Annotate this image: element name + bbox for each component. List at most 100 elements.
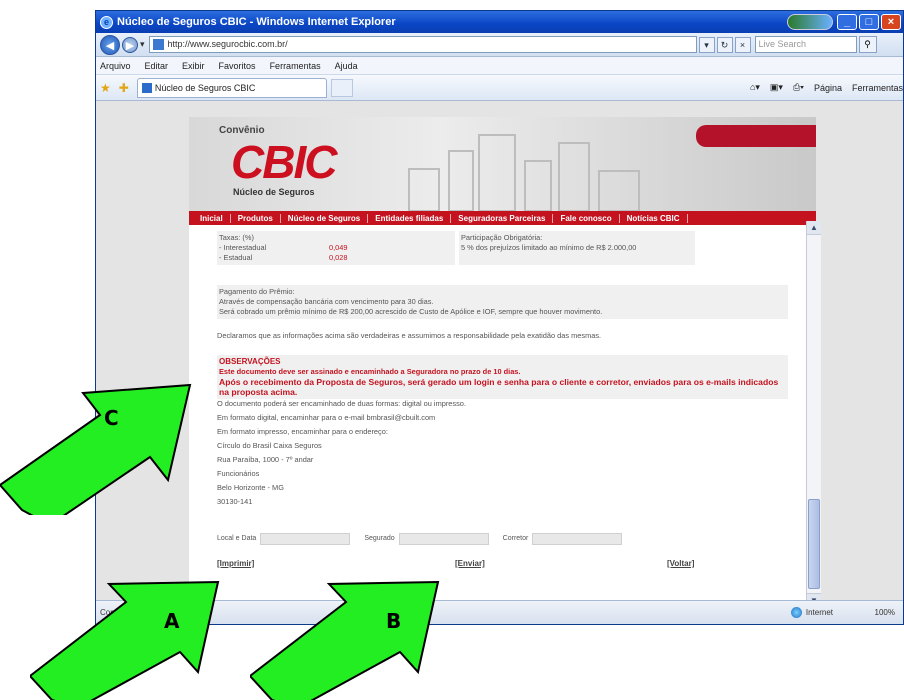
- zone-label: Internet: [805, 608, 833, 617]
- web-page: Convênio CBIC Núcleo de Seguros Inicial …: [189, 117, 816, 601]
- globe-icon: [790, 607, 802, 618]
- form-actions: [Imprimir] [Enviar] [Voltar]: [217, 559, 788, 579]
- pagamento-title: Pagamento do Prêmio:: [219, 287, 295, 296]
- nav-seguradoras[interactable]: Seguradoras Parceiras: [451, 213, 554, 223]
- title-bar: e Núcleo de Seguros CBIC - Windows Inter…: [96, 11, 903, 33]
- address-line: Belo Horizonte - MG: [217, 483, 284, 492]
- city-skyline-graphic: [408, 134, 640, 211]
- favorites-star-icon[interactable]: ★: [100, 81, 111, 95]
- address-line: 30130-141: [217, 497, 253, 506]
- taxa-value: 0,049: [329, 243, 348, 252]
- nav-inicial[interactable]: Inicial: [193, 213, 231, 223]
- observacoes-block: OBSERVAÇÕES Este documento deve ser assi…: [217, 355, 788, 399]
- pagamento-line: Será cobrado um prêmio mínimo de R$ 200,…: [219, 307, 603, 316]
- participacao-box: Participação Obrigatória: 5 % dos prejuí…: [459, 231, 695, 265]
- pagamento-line: Através de compensação bancária com venc…: [219, 297, 434, 306]
- search-input[interactable]: Live Search: [754, 36, 857, 53]
- nav-entidades[interactable]: Entidades filiadas: [368, 213, 452, 223]
- address-line: Rua Paraíba, 1000 - 7º andar: [217, 455, 314, 464]
- local-data-field[interactable]: [260, 533, 351, 545]
- participacao-text: 5 % dos prejuízos limitado ao mínimo de …: [461, 243, 637, 252]
- observacoes-deadline: Este documento deve ser assinado e encam…: [219, 367, 521, 376]
- address-row: ◀ ▶ ▾ http://www.segurocbic.com.br/ ▾ ↻ …: [96, 33, 903, 57]
- pagamento-block: Pagamento do Prêmio: Através de compensa…: [217, 285, 788, 319]
- observacoes-login-note: Após o recebimento da Proposta de Seguro…: [219, 377, 779, 397]
- menu-arquivo[interactable]: Arquivo: [100, 61, 131, 71]
- minimize-button[interactable]: _: [837, 14, 857, 30]
- back-button[interactable]: ◀: [100, 34, 120, 55]
- send-button[interactable]: [Enviar]: [455, 559, 485, 569]
- security-zone: Internet: [790, 607, 833, 618]
- scroll-up-icon[interactable]: ▲: [807, 221, 821, 235]
- nav-nucleo-seguros[interactable]: Núcleo de Seguros: [281, 213, 369, 223]
- cbic-logo[interactable]: CBIC: [231, 135, 337, 189]
- menu-exibir[interactable]: Exibir: [182, 61, 205, 71]
- address-dropdown-button[interactable]: ▾: [698, 36, 715, 53]
- page-menu[interactable]: Página: [814, 83, 842, 93]
- browser-window: e Núcleo de Seguros CBIC - Windows Inter…: [95, 10, 904, 625]
- callout-b-label: B: [386, 609, 401, 633]
- address-bar[interactable]: http://www.segurocbic.com.br/: [148, 36, 697, 53]
- corretor-label: Corretor: [502, 535, 529, 542]
- callout-arrow-b: B: [250, 580, 440, 700]
- segurado-field[interactable]: [398, 533, 489, 545]
- nav-fale-conosco[interactable]: Fale conosco: [553, 213, 620, 223]
- callout-arrow-a: A: [30, 580, 220, 700]
- obs-line: O documento poderá ser encaminhado de du…: [217, 399, 466, 408]
- nav-noticias[interactable]: Notícias CBIC: [620, 213, 688, 223]
- feeds-icon[interactable]: ▣▾: [770, 82, 783, 93]
- taxas-title: Taxas: (%): [219, 233, 254, 242]
- address-line: Círculo do Brasil Caixa Seguros: [217, 441, 322, 450]
- menu-ajuda[interactable]: Ajuda: [335, 61, 358, 71]
- address-text: http://www.segurocbic.com.br/: [167, 39, 288, 49]
- add-favorites-icon[interactable]: ✚: [119, 81, 129, 95]
- site-nav: Inicial Produtos Núcleo de Seguros Entid…: [189, 211, 816, 225]
- menu-editar[interactable]: Editar: [145, 61, 169, 71]
- tab-row: ★ ✚ Núcleo de Seguros CBIC ⌂▾ ▣▾ ⎙▾ Pági…: [96, 75, 903, 101]
- nav-produtos[interactable]: Produtos: [231, 213, 281, 223]
- page-icon: [152, 39, 164, 50]
- command-bar: ⌂▾ ▣▾ ⎙▾ Página Ferramentas: [740, 82, 903, 93]
- stop-button[interactable]: ×: [734, 36, 751, 53]
- callout-a-label: A: [164, 609, 180, 633]
- print-icon[interactable]: ⎙▾: [793, 82, 804, 93]
- ie-logo-icon: e: [100, 15, 113, 29]
- corretor-field[interactable]: [532, 533, 623, 545]
- menu-ferramentas[interactable]: Ferramentas: [270, 61, 321, 71]
- tab-title: Núcleo de Seguros CBIC: [154, 82, 256, 93]
- new-tab-button[interactable]: [330, 78, 353, 97]
- history-dropdown-icon[interactable]: ▾: [140, 39, 145, 50]
- print-button[interactable]: [Imprimir]: [217, 559, 254, 569]
- taxa-value: 0,028: [329, 253, 348, 262]
- close-button[interactable]: ×: [881, 14, 901, 30]
- observacoes-title: OBSERVAÇÕES: [219, 357, 281, 366]
- obs-line: Em formato impresso, encaminhar para o e…: [217, 427, 388, 436]
- taxa-label: - Estadual: [219, 253, 253, 262]
- taxa-label: - Interestadual: [219, 243, 267, 252]
- home-icon[interactable]: ⌂▾: [750, 82, 760, 93]
- back-link[interactable]: [Voltar]: [667, 559, 694, 569]
- local-data-label: Local e Data: [217, 535, 257, 542]
- vertical-scrollbar[interactable]: ▲ ▼: [806, 221, 821, 601]
- declaracao-text: Declaramos que as informações acima são …: [217, 331, 602, 340]
- callout-c-label: C: [104, 406, 119, 430]
- logo-subtitle: Núcleo de Seguros: [233, 187, 315, 197]
- tools-menu[interactable]: Ferramentas: [852, 83, 903, 93]
- zoom-level[interactable]: 100%: [875, 608, 895, 617]
- participacao-title: Participação Obrigatória:: [461, 233, 543, 242]
- refresh-button[interactable]: ↻: [716, 36, 733, 53]
- scroll-thumb[interactable]: [808, 499, 820, 589]
- menu-bar: Arquivo Editar Exibir Favoritos Ferramen…: [96, 57, 903, 75]
- page-viewport: Convênio CBIC Núcleo de Seguros Inicial …: [96, 101, 903, 601]
- signature-row: Local e Data Segurado Corretor: [217, 533, 788, 545]
- maximize-button[interactable]: □: [859, 14, 879, 30]
- tab-nucleo-seguros[interactable]: Núcleo de Seguros CBIC: [136, 77, 327, 98]
- search-icon[interactable]: ⚲: [858, 36, 877, 53]
- menu-favoritos[interactable]: Favoritos: [219, 61, 256, 71]
- forward-button[interactable]: ▶: [122, 36, 138, 53]
- taxa-row: - Interestadual 0,049: [219, 243, 453, 253]
- tab-favicon-icon: [141, 82, 152, 93]
- screenshot-stage: e Núcleo de Seguros CBIC - Windows Inter…: [0, 0, 904, 700]
- proposal-content: Taxas: (%) - Interestadual 0,049 - Estad…: [189, 225, 816, 585]
- window-badge-icon: [787, 14, 833, 30]
